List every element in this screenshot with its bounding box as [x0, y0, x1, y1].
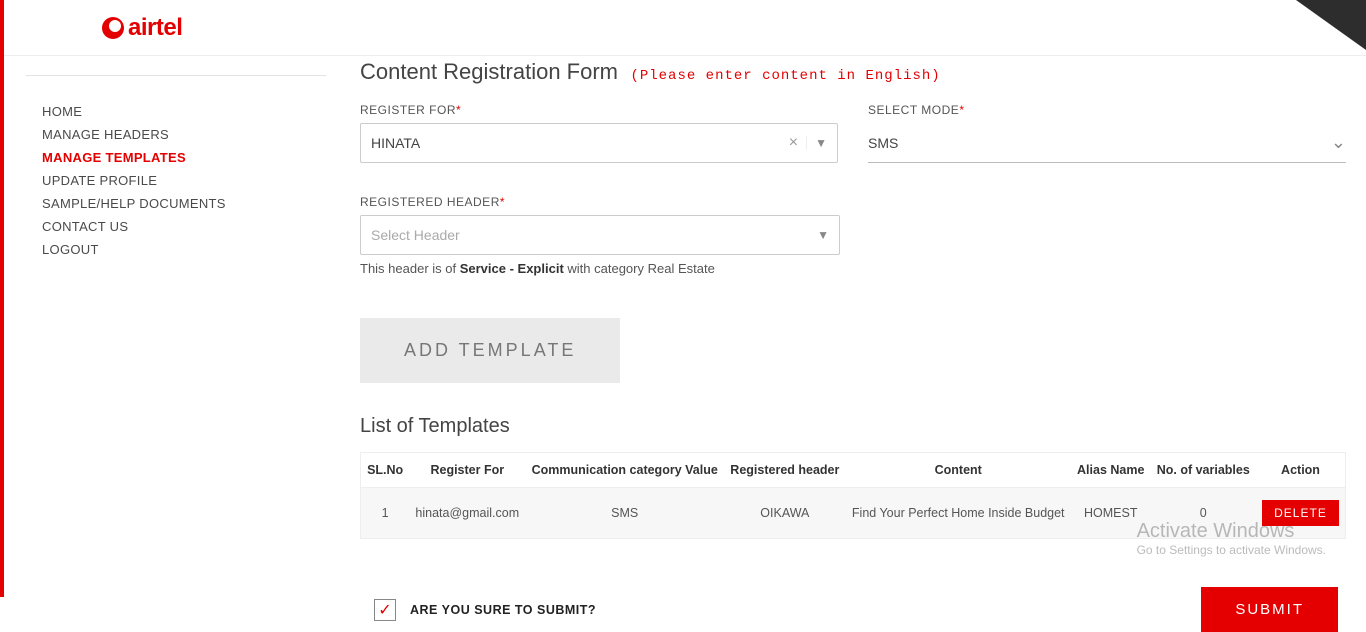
- confirm-label: ARE YOU SURE TO SUBMIT?: [410, 603, 596, 617]
- title-row: Content Registration Form (Please enter …: [360, 55, 1346, 103]
- col-comm-cat: Communication category Value: [525, 453, 724, 488]
- form-row-1: REGISTER FOR* HINATA × ▼ SELECT MODE* SM…: [360, 103, 1346, 163]
- clear-icon[interactable]: ×: [781, 134, 806, 152]
- corner-decor: [1296, 0, 1366, 50]
- registered-header-select[interactable]: Select Header ▼: [360, 215, 840, 255]
- chevron-down-icon[interactable]: ⌄: [1331, 132, 1346, 153]
- table-header: SL.No Register For Communication categor…: [361, 453, 1346, 488]
- check-icon: ✓: [378, 600, 391, 620]
- sidebar-item-home[interactable]: HOME: [26, 100, 326, 123]
- registered-header-section: REGISTERED HEADER* Select Header ▼ This …: [360, 195, 1346, 276]
- confirm-wrap: ✓ ARE YOU SURE TO SUBMIT?: [374, 599, 596, 621]
- col-register-for: Register For: [409, 453, 525, 488]
- cell-content: Find Your Perfect Home Inside Budget: [846, 488, 1071, 539]
- register-for-value: HINATA: [371, 135, 781, 151]
- sidebar-item-logout[interactable]: LOGOUT: [26, 238, 326, 261]
- submit-button[interactable]: SUBMIT: [1201, 587, 1338, 632]
- col-alias: Alias Name: [1071, 453, 1151, 488]
- register-for-col: REGISTER FOR* HINATA × ▼: [360, 103, 838, 163]
- cell-alias: HOMEST: [1071, 488, 1151, 539]
- cell-action: DELETE: [1256, 488, 1346, 539]
- cell-header: OIKAWA: [724, 488, 845, 539]
- sidebar-item-manage-templates[interactable]: MANAGE TEMPLATES: [26, 146, 326, 169]
- col-action: Action: [1256, 453, 1346, 488]
- table-row: 1 hinata@gmail.com SMS OIKAWA Find Your …: [361, 488, 1346, 539]
- sidebar-item-update-profile[interactable]: UPDATE PROFILE: [26, 169, 326, 192]
- sidebar-nav: HOME MANAGE HEADERS MANAGE TEMPLATES UPD…: [26, 75, 326, 261]
- col-slno: SL.No: [361, 453, 410, 488]
- registered-header-label: REGISTERED HEADER*: [360, 195, 1346, 209]
- airtel-swish-icon: [102, 17, 124, 39]
- register-for-select[interactable]: HINATA × ▼: [360, 123, 838, 163]
- sidebar-item-sample-help[interactable]: SAMPLE/HELP DOCUMENTS: [26, 192, 326, 215]
- brand-logo[interactable]: airtel: [102, 14, 182, 42]
- templates-table: SL.No Register For Communication categor…: [360, 452, 1346, 539]
- cell-slno: 1: [361, 488, 410, 539]
- footer-row: ✓ ARE YOU SURE TO SUBMIT? SUBMIT: [360, 587, 1346, 632]
- select-mode-value: SMS: [868, 135, 1331, 151]
- select-mode-label: SELECT MODE*: [868, 103, 1346, 117]
- header-type-note: This header is of Service - Explicit wit…: [360, 261, 1346, 276]
- register-for-label: REGISTER FOR*: [360, 103, 838, 117]
- chevron-down-icon[interactable]: ▼: [809, 228, 829, 242]
- add-template-button[interactable]: ADD TEMPLATE: [360, 318, 620, 383]
- col-vars: No. of variables: [1151, 453, 1256, 488]
- select-mode-select[interactable]: SMS ⌄: [868, 123, 1346, 163]
- select-mode-col: SELECT MODE* SMS ⌄: [868, 103, 1346, 163]
- col-content: Content: [846, 453, 1071, 488]
- cell-comm: SMS: [525, 488, 724, 539]
- sidebar-item-contact-us[interactable]: CONTACT US: [26, 215, 326, 238]
- cell-vars: 0: [1151, 488, 1256, 539]
- delete-button[interactable]: DELETE: [1262, 500, 1339, 526]
- page-hint: (Please enter content in English): [630, 68, 940, 84]
- chevron-down-icon[interactable]: ▼: [806, 136, 827, 150]
- sidebar-item-manage-headers[interactable]: MANAGE HEADERS: [26, 123, 326, 146]
- list-title: List of Templates: [360, 415, 1346, 438]
- brand-text: airtel: [128, 14, 182, 42]
- confirm-checkbox[interactable]: ✓: [374, 599, 396, 621]
- col-reg-header: Registered header: [724, 453, 845, 488]
- registered-header-placeholder: Select Header: [371, 227, 809, 243]
- cell-register-for: hinata@gmail.com: [409, 488, 525, 539]
- main-content: Content Registration Form (Please enter …: [360, 55, 1346, 597]
- page-title: Content Registration Form: [360, 59, 618, 85]
